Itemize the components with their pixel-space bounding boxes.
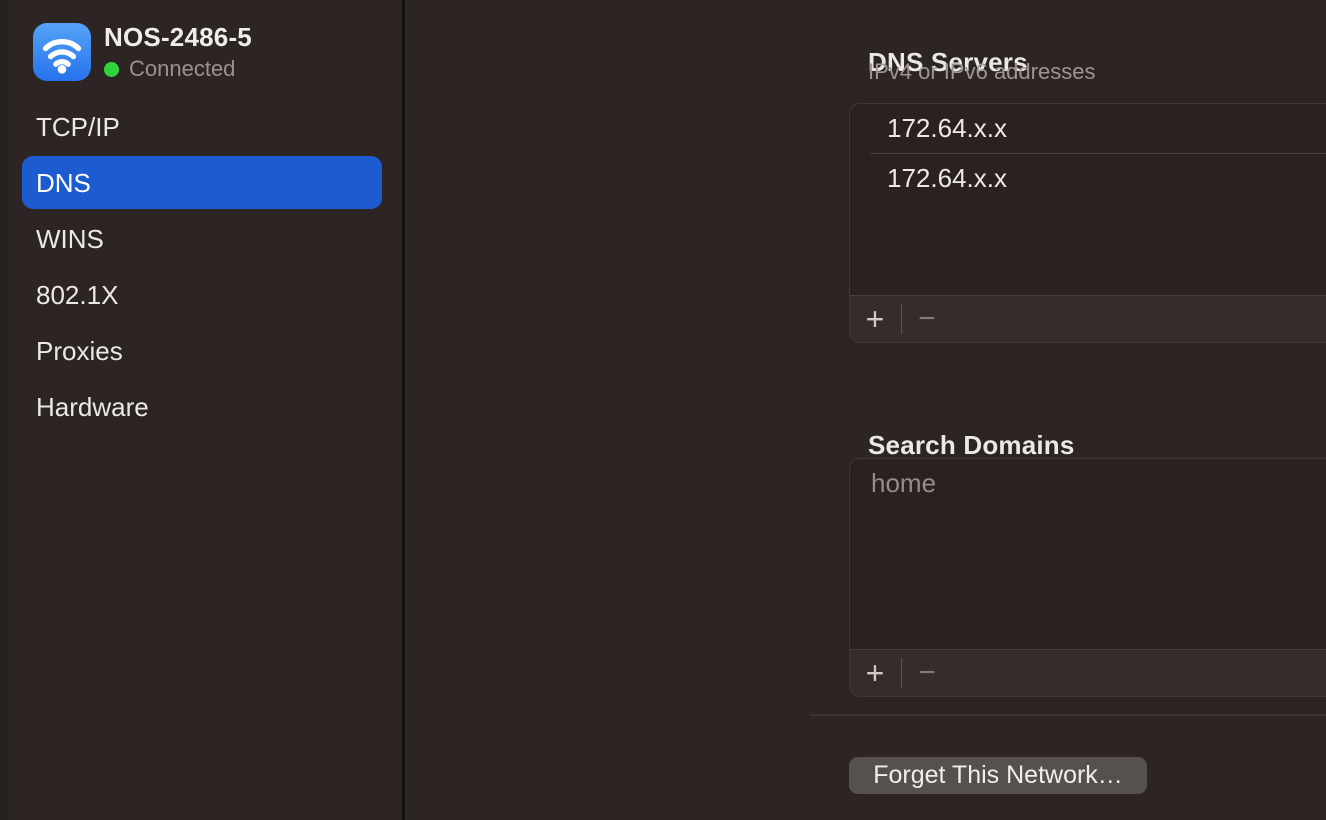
dns-server-value: 172.64.x.x bbox=[887, 113, 1007, 144]
toolbar-separator bbox=[901, 658, 902, 688]
dns-settings-pane: DNS Servers IPv4 or IPv6 addresses 172.6… bbox=[405, 0, 1326, 820]
footer-separator bbox=[810, 714, 1326, 716]
sidebar-item-label: TCP/IP bbox=[36, 112, 120, 143]
connected-status-dot bbox=[104, 62, 119, 77]
sidebar-item-label: Proxies bbox=[36, 336, 123, 367]
dns-server-value: 172.64.x.x bbox=[887, 163, 1007, 194]
sidebar-item-proxies[interactable]: Proxies bbox=[0, 323, 402, 379]
sidebar-item-label: DNS bbox=[36, 168, 91, 199]
forget-network-button[interactable]: Forget This Network… bbox=[849, 757, 1147, 794]
search-domains-title: Search Domains bbox=[868, 430, 1075, 461]
network-meta: NOS-2486-5 Connected bbox=[104, 22, 252, 82]
sidebar-item-label: WINS bbox=[36, 224, 104, 255]
dns-server-row[interactable]: 172.64.x.x bbox=[850, 104, 1326, 153]
sidebar-item-hardware[interactable]: Hardware bbox=[0, 379, 402, 435]
search-domain-value: home bbox=[871, 468, 936, 499]
connected-status-label: Connected bbox=[129, 56, 235, 82]
sidebar-nav: TCP/IP DNS WINS 802.1X Proxies Hardware bbox=[0, 99, 402, 435]
search-domains-listbox: home + − bbox=[849, 458, 1326, 697]
search-domains-toolbar: + − bbox=[850, 649, 1326, 696]
network-details-dialog: NOS-2486-5 Connected TCP/IP DNS WINS 802… bbox=[0, 0, 1326, 820]
dns-server-row[interactable]: 172.64.x.x bbox=[850, 154, 1326, 203]
sidebar-item-label: Hardware bbox=[36, 392, 149, 423]
sidebar: NOS-2486-5 Connected TCP/IP DNS WINS 802… bbox=[0, 0, 402, 820]
network-name: NOS-2486-5 bbox=[104, 22, 252, 52]
sidebar-item-wins[interactable]: WINS bbox=[0, 211, 402, 267]
sidebar-item-dns[interactable]: DNS bbox=[0, 155, 402, 211]
network-header: NOS-2486-5 Connected bbox=[33, 22, 252, 82]
toolbar-separator bbox=[901, 304, 902, 334]
search-domain-row[interactable]: home bbox=[850, 459, 1326, 508]
network-status: Connected bbox=[104, 56, 252, 82]
dns-servers-toolbar: + − bbox=[850, 295, 1326, 342]
wifi-icon bbox=[33, 23, 91, 81]
add-dns-server-button[interactable]: + bbox=[860, 303, 890, 335]
remove-search-domain-button[interactable]: − bbox=[912, 658, 942, 688]
add-search-domain-button[interactable]: + bbox=[860, 657, 890, 689]
sidebar-item-tcpip[interactable]: TCP/IP bbox=[0, 99, 402, 155]
window-left-edge bbox=[0, 0, 7, 820]
sidebar-item-label: 802.1X bbox=[36, 280, 118, 311]
dns-servers-listbox: 172.64.x.x 172.64.x.x + − bbox=[849, 103, 1326, 343]
remove-dns-server-button[interactable]: − bbox=[912, 304, 942, 334]
dns-servers-subtitle: IPv4 or IPv6 addresses bbox=[868, 59, 1095, 85]
sidebar-item-8021x[interactable]: 802.1X bbox=[0, 267, 402, 323]
